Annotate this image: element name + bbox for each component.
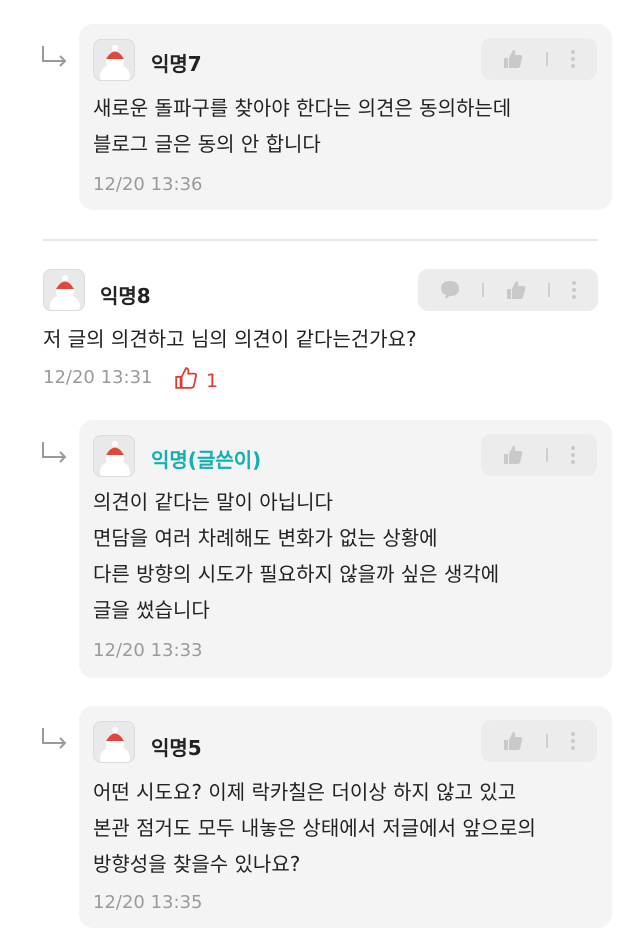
reply-bubble: 익명(글쓴이) 의견이 같다는 말이 아닙니다 면담을 여러 차례해도 변화가 … — [79, 420, 612, 678]
more-vertical-icon[interactable] — [570, 731, 576, 751]
thumbs-up-icon[interactable] — [505, 279, 527, 301]
more-vertical-icon[interactable] — [570, 445, 576, 465]
comment-actions — [481, 720, 597, 762]
like-count[interactable]: 1 — [174, 366, 218, 395]
thumbs-up-icon[interactable] — [502, 444, 524, 466]
more-vertical-icon[interactable] — [571, 280, 577, 300]
comment-text: 저 글의 의견하고 님의 의견이 같다는건가요? — [43, 327, 417, 351]
more-vertical-icon[interactable] — [570, 49, 576, 69]
avatar — [93, 39, 135, 81]
comment-actions — [418, 269, 598, 311]
reply-bubble: 익명7 새로운 돌파구를 찾아야 한다는 의견은 동의하는데 블로그 글은 동의… — [79, 24, 612, 210]
comment-divider — [43, 239, 598, 241]
comment-timestamp: 12/20 13:33 — [93, 640, 203, 661]
speech-bubble-icon[interactable] — [439, 279, 461, 301]
comment-nickname: 익명5 — [151, 736, 202, 760]
reply-arrow-icon — [40, 440, 70, 464]
reply-bubble: 익명5 어떤 시도요? 이제 락카칠은 더이상 하지 않고 있고 본관 점거도 … — [79, 706, 612, 928]
comment-text: 새로운 돌파구를 찾아야 한다는 의견은 동의하는데 블로그 글은 동의 안 합… — [93, 96, 512, 156]
comment-timestamp: 12/20 13:31 — [43, 367, 153, 388]
avatar — [93, 435, 135, 477]
comment-actions — [481, 38, 597, 80]
thumbs-up-icon[interactable] — [502, 730, 524, 752]
comment-text: 어떤 시도요? 이제 락카칠은 더이상 하지 않고 있고 본관 점거도 모두 내… — [93, 780, 536, 876]
reply-arrow-icon — [40, 44, 70, 68]
comment-nickname: 익명8 — [100, 284, 151, 308]
avatar — [93, 721, 135, 763]
thumbs-up-icon[interactable] — [502, 48, 524, 70]
thumbs-up-outline-icon — [174, 366, 198, 395]
comment-nickname: 익명7 — [151, 52, 202, 76]
comment-timestamp: 12/20 13:36 — [93, 174, 203, 195]
avatar — [43, 269, 85, 311]
reply-arrow-icon — [40, 726, 70, 750]
like-count-value: 1 — [206, 369, 219, 392]
comment-text: 의견이 같다는 말이 아닙니다 면담을 여러 차례해도 변화가 없는 상황에 다… — [93, 490, 500, 622]
comment-nickname-author: 익명(글쓴이) — [151, 448, 262, 472]
comment-timestamp: 12/20 13:35 — [93, 892, 203, 913]
comment-actions — [481, 434, 597, 476]
